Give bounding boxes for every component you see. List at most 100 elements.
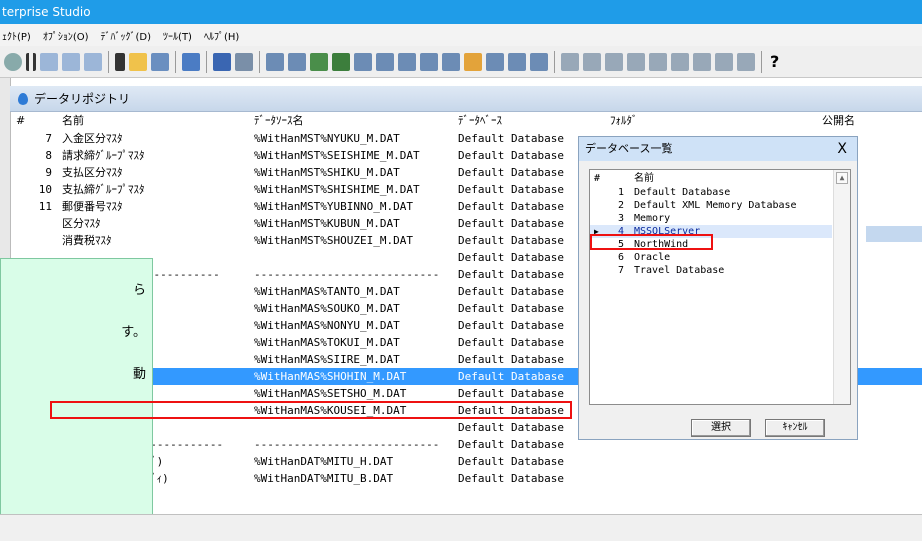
grid-icon[interactable]: [235, 52, 253, 71]
close-icon[interactable]: X: [837, 137, 847, 161]
table-icon[interactable]: [310, 52, 328, 71]
row-database: Default Database: [458, 302, 564, 315]
database-list-dialog: データベース一覧 X # 名前 1 Default Database 2 Defaul…: [578, 136, 858, 440]
document-alt-icon[interactable]: [530, 52, 548, 71]
menu-tools[interactable]: ﾂｰﾙ(T): [163, 28, 192, 43]
window-alt-icon[interactable]: [62, 52, 80, 71]
row-datasource: ----------------------------: [254, 438, 440, 451]
row-name: 入金区分ﾏｽﾀ: [62, 132, 123, 145]
col-header-no[interactable]: #: [16, 112, 25, 129]
repository-icon[interactable]: [213, 52, 231, 71]
align-icon[interactable]: [605, 52, 623, 71]
layout-alt-icon[interactable]: [583, 52, 601, 71]
row-datasource: %WitHanMST%SHOUZEI_M.DAT: [254, 234, 413, 247]
tab-order-icon[interactable]: [737, 52, 755, 71]
row-database: Default Database: [458, 421, 564, 434]
page-icon[interactable]: [442, 52, 460, 71]
row-database: Default Database: [458, 438, 564, 451]
row-database: Default Database: [458, 285, 564, 298]
repository-icon: [18, 92, 28, 105]
scroll-up-icon[interactable]: ▲: [836, 172, 848, 184]
distribute-icon[interactable]: [627, 52, 645, 71]
export-icon[interactable]: [464, 52, 482, 71]
search-icon[interactable]: [4, 52, 22, 71]
window-icon[interactable]: [40, 52, 58, 71]
window-stack-icon[interactable]: [84, 52, 102, 71]
dialog-col-name: 名前: [634, 173, 654, 184]
row-datasource: %WitHanMST%KUBUN_M.DAT: [254, 217, 400, 230]
row-number: 9: [45, 166, 52, 179]
row-database: Default Database: [458, 370, 564, 383]
menu-options[interactable]: ｵﾌﾟｼｮﾝ(O): [43, 28, 89, 43]
image-icon[interactable]: [376, 52, 394, 71]
row-datasource: %WitHanMAS%SETSHO_M.DAT: [254, 387, 407, 400]
row-database: Default Database: [458, 336, 564, 349]
col-header-name[interactable]: 名前: [62, 112, 84, 129]
row-datasource: %WitHanMAS%SHOHIN_M.DAT: [254, 370, 407, 383]
group-icon[interactable]: [693, 52, 711, 71]
row-datasource: %WitHanMST%SHISHIME_M.DAT: [254, 183, 420, 196]
database-list-item[interactable]: 2 Default XML Memory Database: [590, 199, 832, 212]
col-header-db[interactable]: ﾃﾞｰﾀﾍﾞｰｽ: [458, 112, 502, 129]
toolbar-separator: [554, 50, 555, 73]
menu-debug[interactable]: ﾃﾞﾊﾞｯｸﾞ(D): [101, 28, 152, 43]
form-icon[interactable]: [266, 52, 284, 71]
list-icon[interactable]: [354, 52, 372, 71]
toolbar-separator: [108, 50, 109, 73]
select-button[interactable]: 選択: [691, 419, 751, 437]
col-header-folder[interactable]: ﾌｫﾙﾀﾞ: [610, 112, 638, 129]
database-number: 1: [617, 187, 624, 198]
wizard-icon[interactable]: [129, 52, 147, 71]
row-name: 郵便番号ﾏｽﾀ: [62, 200, 123, 213]
row-database: Default Database: [458, 353, 564, 366]
row-datasource: %WitHanDAT%MITU_B.DAT: [254, 472, 394, 485]
row-name: 支払区分ﾏｽﾀ: [62, 166, 123, 179]
menu-help[interactable]: ﾍﾙﾌﾟ(H): [204, 28, 239, 43]
row-datasource: %WitHanMAS%SIIRE_M.DAT: [254, 353, 400, 366]
row-highlight-annotation: [50, 401, 572, 419]
menu-project[interactable]: ｪｸﾄ(P): [2, 28, 31, 43]
tree-icon[interactable]: [182, 52, 200, 71]
database-list-item[interactable]: 1 Default Database: [590, 186, 832, 199]
chart-icon[interactable]: [398, 52, 416, 71]
callout-line: ら: [132, 283, 146, 298]
lock-icon[interactable]: [715, 52, 733, 71]
database-list: # 名前 1 Default Database 2 Default XML Memor…: [589, 169, 851, 405]
database-list-item[interactable]: 3 Memory: [590, 212, 832, 225]
row-datasource: ----------------------------: [254, 268, 440, 281]
row-database: Default Database: [458, 217, 564, 230]
document-icon[interactable]: [508, 52, 526, 71]
row-datasource: %WitHanDAT%MITU_H.DAT: [254, 455, 394, 468]
col-header-public[interactable]: 公開名: [822, 112, 855, 129]
database-list-item[interactable]: 6 Oracle: [590, 251, 832, 264]
status-bar: [0, 514, 922, 541]
help-icon[interactable]: ?: [770, 52, 779, 71]
selected-row-extension: [866, 226, 922, 242]
app-title: terprise Studio: [2, 5, 91, 19]
toolbar-separator: [259, 50, 260, 73]
database-number: 3: [617, 213, 624, 224]
row-datasource: %WitHanMST%YUBINNO_M.DAT: [254, 200, 413, 213]
edit-icon[interactable]: [486, 52, 504, 71]
row-datasource: %WitHanMST%SHIKU_M.DAT: [254, 166, 400, 179]
layout-icon[interactable]: [561, 52, 579, 71]
calendar-icon[interactable]: [420, 52, 438, 71]
row-number: 7: [45, 132, 52, 145]
col-header-file[interactable]: ﾃﾞｰﾀｿｰｽ名: [254, 112, 304, 129]
row-database: Default Database: [458, 472, 564, 485]
database-name: Oracle: [634, 252, 671, 263]
order-icon[interactable]: [671, 52, 689, 71]
report-icon[interactable]: [288, 52, 306, 71]
dialog-scrollbar[interactable]: ▲: [833, 170, 850, 404]
device-icon[interactable]: [115, 52, 125, 71]
size-icon[interactable]: [649, 52, 667, 71]
database-list-item[interactable]: 7 Travel Database: [590, 264, 832, 277]
callout-line: す。: [121, 325, 146, 340]
cancel-button[interactable]: ｷｬﾝｾﾙ: [765, 419, 825, 437]
user-icon[interactable]: [332, 52, 350, 71]
row-database: Default Database: [458, 387, 564, 400]
pause-icon[interactable]: [26, 52, 36, 71]
toolbar-separator: [761, 50, 762, 73]
hierarchy-icon[interactable]: [151, 52, 169, 71]
row-name: 消費税ﾏｽﾀ: [62, 234, 112, 247]
